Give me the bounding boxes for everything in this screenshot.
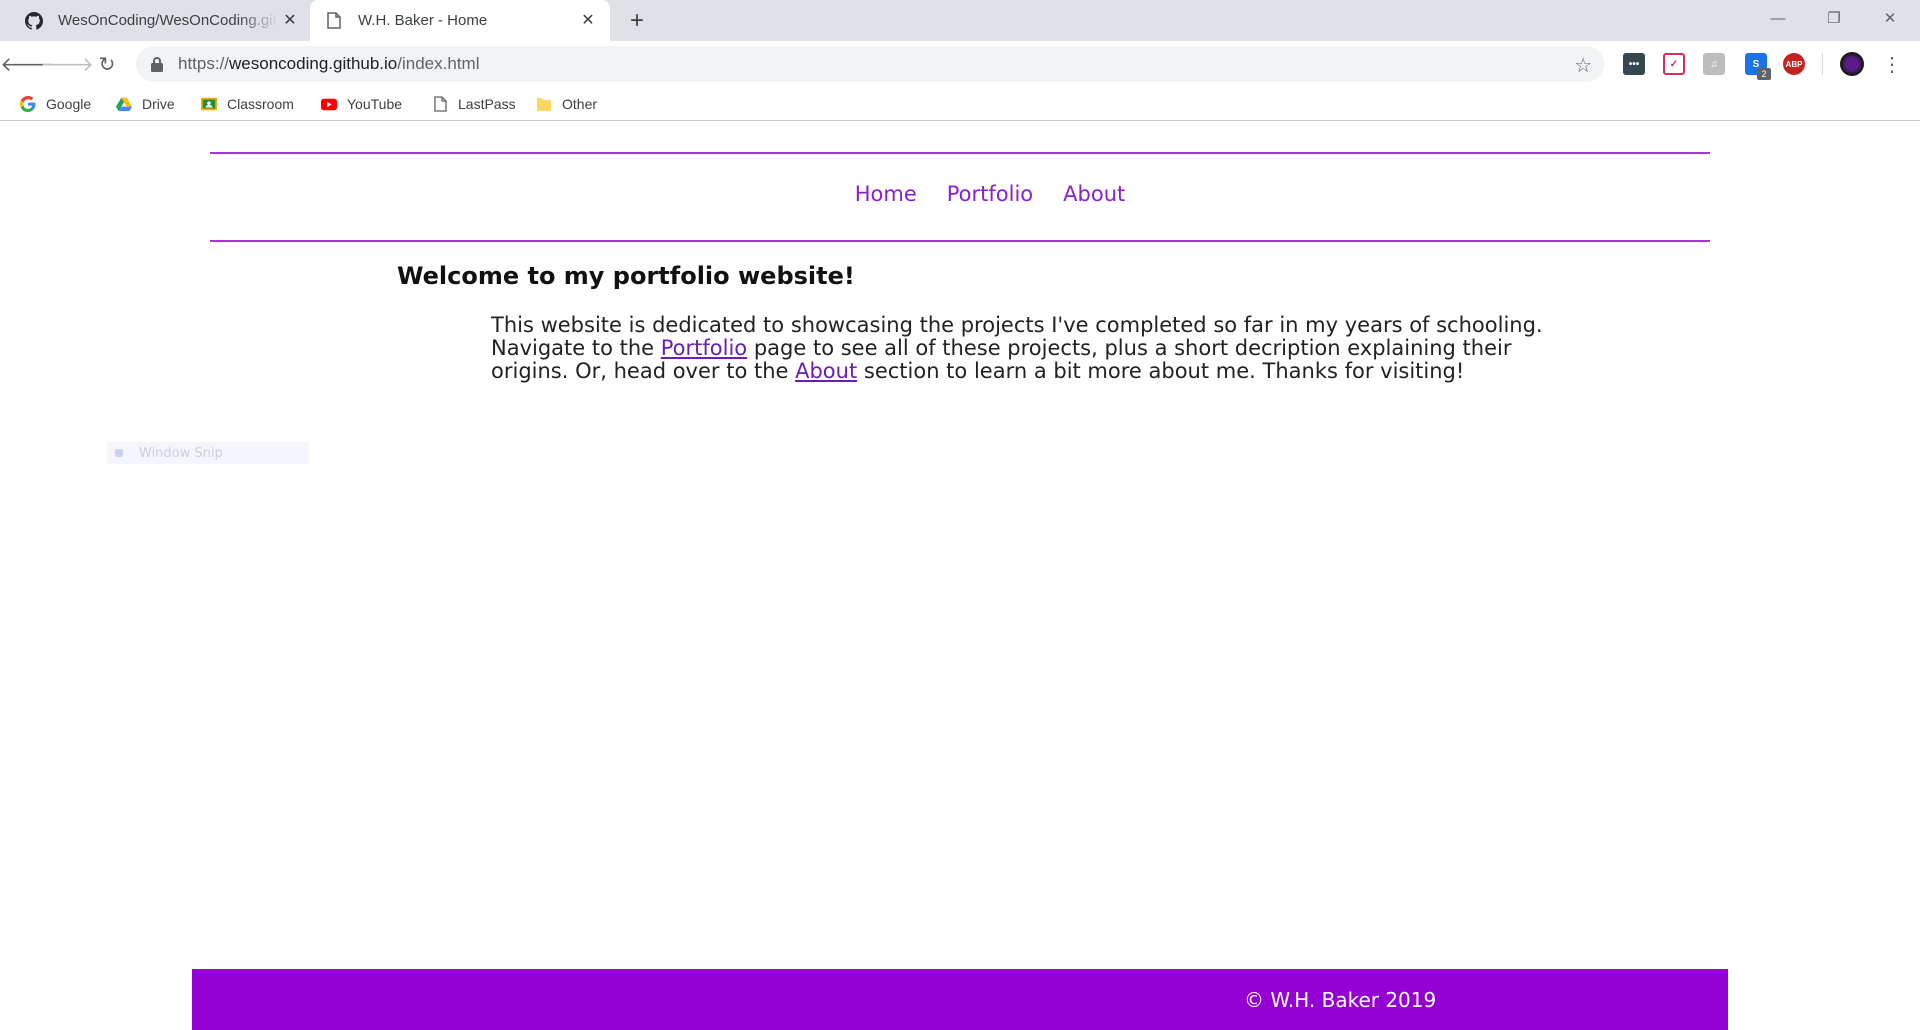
page-viewport: Home Portfolio About Welcome to my portf… — [0, 122, 1920, 1030]
browser-toolbar: 🡐 🡒 ↻ https://wesoncoding.github.io/inde… — [0, 41, 1920, 87]
bookmark-label: Drive — [142, 96, 175, 112]
folder-icon — [536, 96, 552, 112]
bookmark-star-icon[interactable]: ☆ — [1574, 53, 1592, 78]
forward-arrow-icon[interactable]: 🡒 — [40, 50, 94, 78]
back-arrow-icon[interactable]: 🡐 — [0, 50, 54, 78]
bookmark-folder-other[interactable]: Other — [536, 94, 597, 114]
intro-paragraph: This website is dedicated to showcasing … — [491, 314, 1551, 383]
profile-avatar[interactable] — [1840, 52, 1864, 76]
about-inline-link[interactable]: About — [795, 359, 857, 383]
extension-badge: 2 — [1757, 68, 1771, 80]
nav-link-about[interactable]: About — [1063, 182, 1125, 206]
nav-link-portfolio[interactable]: Portfolio — [947, 182, 1033, 206]
lock-icon — [151, 57, 163, 72]
close-icon[interactable]: ✕ — [578, 10, 598, 30]
tab-github[interactable]: WesOnCoding/WesOnCoding.github.io ✕ — [0, 0, 308, 41]
close-icon[interactable]: ✕ — [280, 10, 300, 30]
url-text[interactable]: https://wesoncoding.github.io/index.html — [178, 54, 479, 74]
footer-copyright: © W.H. Baker 2019 — [1244, 988, 1437, 1012]
tab-home-active[interactable]: W.H. Baker - Home ✕ — [310, 0, 610, 41]
nav-divider-bottom — [210, 240, 1710, 242]
bookmark-label: LastPass — [458, 96, 516, 112]
bookmark-classroom[interactable]: Classroom — [201, 94, 294, 114]
bookmark-label: Other — [562, 96, 598, 112]
google-icon — [20, 96, 36, 112]
bookmark-lastpass[interactable]: LastPass — [432, 94, 516, 114]
site-footer: © W.H. Baker 2019 — [192, 969, 1728, 1030]
pocket-extension-icon[interactable]: ✓ — [1663, 53, 1685, 75]
bookmark-drive[interactable]: Drive — [116, 94, 175, 114]
tab-title: WesOnCoding/WesOnCoding.github.io — [58, 12, 278, 29]
address-bar[interactable]: https://wesoncoding.github.io/index.html… — [136, 46, 1604, 82]
bookmark-youtube[interactable]: YouTube — [321, 94, 402, 114]
classroom-icon — [201, 96, 217, 112]
snip-label: Window Snip — [139, 445, 223, 461]
url-host: wesoncoding.github.io — [229, 54, 398, 73]
site-nav: Home Portfolio About — [0, 182, 1920, 206]
extension-icon[interactable]: ♫ — [1703, 53, 1725, 75]
new-tab-plus-icon[interactable]: + — [624, 7, 650, 34]
page-heading: Welcome to my portfolio website! — [397, 262, 855, 290]
window-snip-overlay: Window Snip — [107, 442, 309, 464]
bookmark-label: YouTube — [347, 96, 403, 112]
page-icon — [432, 96, 448, 112]
portfolio-inline-link[interactable]: Portfolio — [661, 336, 747, 360]
restore-icon[interactable]: ❐ — [1806, 0, 1862, 36]
toolbar-divider — [1822, 53, 1823, 75]
intro-text-3: section to learn a bit more about me. Th… — [857, 359, 1465, 383]
snip-icon — [115, 449, 123, 457]
page-icon — [324, 11, 344, 31]
nav-divider-top — [210, 152, 1710, 154]
nav-link-home[interactable]: Home — [855, 182, 917, 206]
youtube-icon — [321, 96, 337, 112]
drive-icon — [116, 96, 132, 112]
url-scheme: https:// — [178, 54, 230, 73]
bookmarks-bar: Google Drive Classroom YouTube LastPass … — [0, 87, 1920, 121]
lastpass-extension-icon[interactable]: ••• — [1623, 53, 1645, 75]
tab-title: W.H. Baker - Home — [358, 12, 488, 29]
adblock-extension-icon[interactable]: ABP — [1783, 53, 1805, 75]
bookmark-label: Classroom — [227, 96, 294, 112]
url-path: /index.html — [397, 54, 480, 73]
reload-icon[interactable]: ↻ — [93, 50, 121, 78]
github-icon — [24, 11, 44, 31]
window-close-icon[interactable]: ✕ — [1862, 0, 1918, 36]
minimize-icon[interactable]: — — [1750, 0, 1806, 36]
bookmark-google[interactable]: Google — [20, 94, 91, 114]
bookmark-label: Google — [46, 96, 92, 112]
tab-strip: WesOnCoding/WesOnCoding.github.io ✕ W.H.… — [0, 0, 1920, 41]
menu-kebab-icon[interactable]: ⋮ — [1882, 52, 1902, 76]
